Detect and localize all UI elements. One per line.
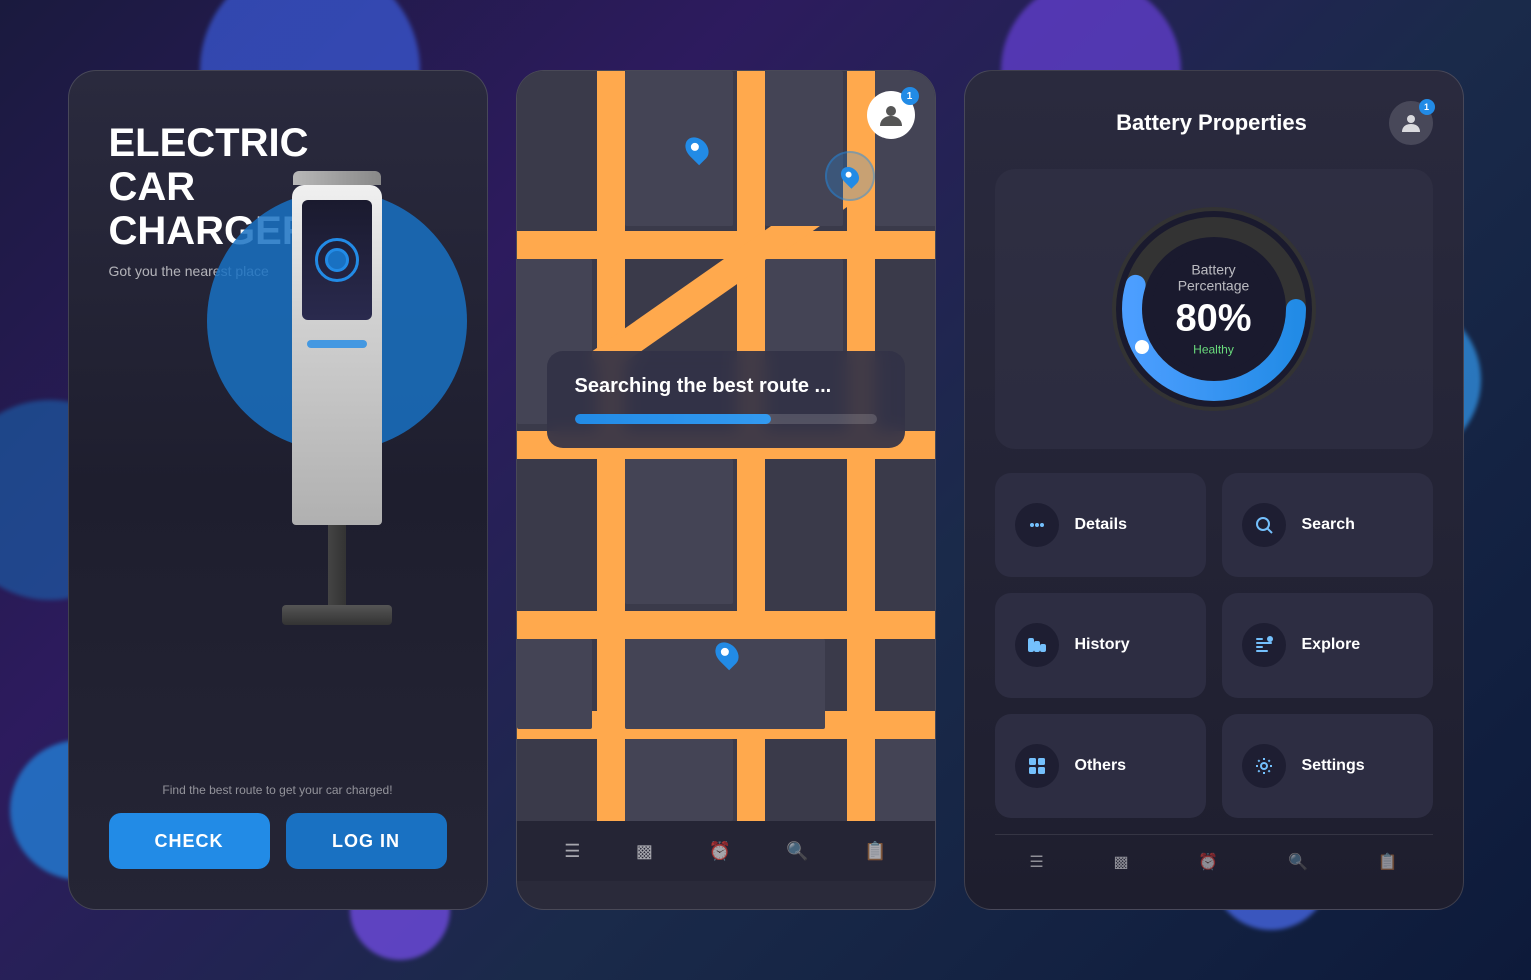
menu-grid: Details Search — [995, 473, 1433, 818]
nav-chart-icon[interactable]: ▩ — [636, 841, 653, 862]
map-background: 1 Searching the best route ... — [517, 71, 935, 821]
gauge-label: BatteryPercentage — [1175, 262, 1251, 294]
details-icon — [1015, 503, 1059, 547]
search-label: Search — [1302, 516, 1355, 534]
nav-doc-icon[interactable]: 📋 — [864, 841, 886, 862]
block7 — [517, 639, 592, 729]
login-button[interactable]: LOG IN — [286, 813, 447, 869]
searching-text: Searching the best route ... — [575, 375, 877, 398]
gauge-percent: 80% — [1175, 298, 1251, 341]
bottom-nav-screen3: ☰ ▩ ⏰ 🔍 📋 — [995, 834, 1433, 889]
battery-title: Battery Properties — [1116, 110, 1307, 136]
charger-top — [293, 171, 381, 185]
details-label: Details — [1075, 516, 1127, 534]
charger-body — [292, 185, 382, 525]
others-label: Others — [1075, 757, 1127, 775]
block6 — [625, 459, 733, 604]
nav3-clock-icon[interactable]: ⏰ — [1198, 852, 1218, 872]
avatar-badge-screen3: 1 — [1419, 99, 1435, 115]
charger-illustration — [247, 171, 427, 671]
avatar-button[interactable]: 1 — [867, 91, 915, 139]
avatar-btn-screen3[interactable]: 1 — [1389, 101, 1433, 145]
settings-icon — [1242, 744, 1286, 788]
nav3-list-icon[interactable]: ☰ — [1029, 852, 1043, 872]
screen3-header: Battery Properties 1 — [995, 101, 1433, 145]
history-label: History — [1075, 636, 1130, 654]
others-icon — [1015, 744, 1059, 788]
nav-list-icon[interactable]: ☰ — [564, 841, 580, 862]
charger-pole — [328, 525, 346, 605]
nav-clock-icon[interactable]: ⏰ — [708, 841, 730, 862]
action-buttons: CHECK LOG IN — [109, 813, 447, 869]
block2 — [765, 71, 843, 226]
settings-label: Settings — [1302, 757, 1365, 775]
menu-details[interactable]: Details — [995, 473, 1206, 577]
gauge-wrapper: BatteryPercentage 80% Healthy — [1104, 199, 1324, 419]
nav3-search-icon[interactable]: 🔍 — [1288, 852, 1308, 872]
menu-others[interactable]: Others — [995, 714, 1206, 818]
charger-btn — [315, 238, 359, 282]
screen-battery: Battery Properties 1 — [964, 70, 1464, 910]
bottom-nav-screen2: ☰ ▩ ⏰ 🔍 📋 — [517, 821, 935, 881]
screen-map: 1 Searching the best route ... ☰ ▩ ⏰ 🔍 📋 — [516, 70, 936, 910]
avatar-badge: 1 — [901, 87, 919, 105]
explore-label: Explore — [1302, 636, 1361, 654]
charger-base — [282, 605, 392, 625]
menu-settings[interactable]: Settings — [1222, 714, 1433, 818]
gauge-center: BatteryPercentage 80% Healthy — [1175, 262, 1251, 357]
footer-hint: Find the best route to get your car char… — [109, 783, 447, 797]
block9 — [625, 739, 733, 821]
nav3-doc-icon[interactable]: 📋 — [1378, 852, 1398, 872]
nav3-chart-icon[interactable]: ▩ — [1113, 852, 1128, 872]
search-menu-icon — [1242, 503, 1286, 547]
progress-bar-fill — [575, 414, 771, 424]
charger-btn-inner — [325, 248, 349, 272]
block10 — [875, 739, 935, 821]
battery-gauge-card: BatteryPercentage 80% Healthy — [995, 169, 1433, 449]
screens-container: ELECTRICCARCHARGER Got you the nearest p… — [68, 70, 1464, 910]
nav-search-icon[interactable]: 🔍 — [786, 841, 808, 862]
pin-1 — [687, 136, 707, 162]
menu-explore[interactable]: Explore — [1222, 593, 1433, 697]
pin-2 — [717, 641, 737, 667]
block1 — [625, 71, 733, 226]
check-button[interactable]: CHECK — [109, 813, 270, 869]
pin-glow — [825, 151, 875, 201]
search-modal: Searching the best route ... — [547, 351, 905, 448]
menu-history[interactable]: History — [995, 593, 1206, 697]
menu-search[interactable]: Search — [1222, 473, 1433, 577]
progress-bar-container — [575, 414, 877, 424]
explore-icon — [1242, 623, 1286, 667]
gauge-status: Healthy — [1175, 343, 1251, 357]
charger-panel — [302, 200, 372, 320]
map-view: 1 Searching the best route ... — [517, 71, 935, 821]
charger-indicator — [307, 340, 367, 348]
screen1-footer: Find the best route to get your car char… — [109, 783, 447, 869]
history-icon — [1015, 623, 1059, 667]
screen-charger: ELECTRICCARCHARGER Got you the nearest p… — [68, 70, 488, 910]
